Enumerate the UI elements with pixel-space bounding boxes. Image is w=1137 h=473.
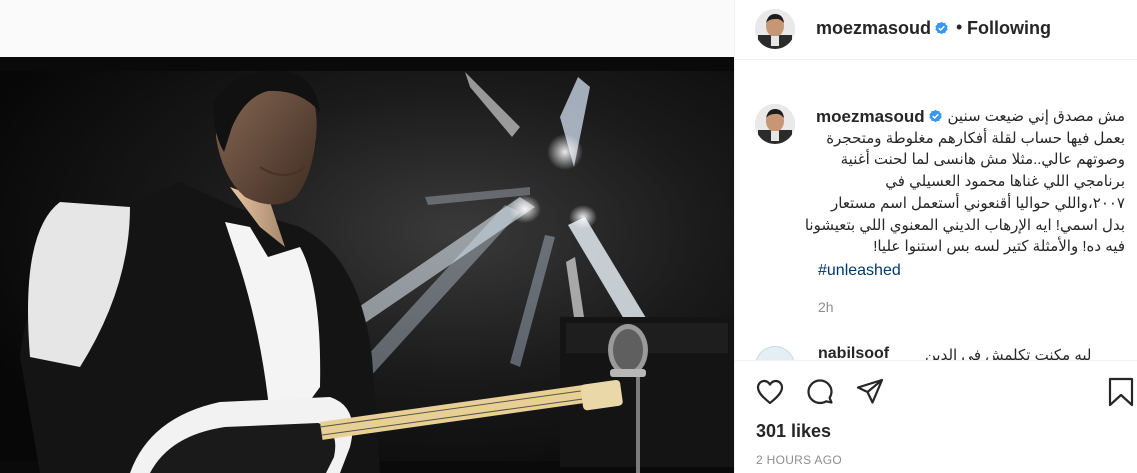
post-caption: مش مصدق إني ضيعت سنين بعمل فيها حساب لقل… <box>801 106 1125 258</box>
caption-line: بدل اسمي! ايه الإرهاب الديني المعنوي الل… <box>804 216 1125 234</box>
caption-avatar[interactable] <box>755 104 795 144</box>
post-timestamp[interactable]: 2 HOURS AGO <box>756 453 842 467</box>
caption-line: وصوتهم عالي..مثلا مش هانسى لما لحنت أغني… <box>840 151 1125 169</box>
post-details-panel: moezmasoud • Following مش مصدق إني ضيعت … <box>734 0 1137 473</box>
heart-icon[interactable] <box>754 376 786 408</box>
verified-badge-icon <box>935 21 948 35</box>
following-button[interactable]: Following <box>967 18 1051 39</box>
verified-badge-icon <box>928 109 942 123</box>
paper-plane-icon[interactable] <box>854 376 886 408</box>
comment-bubble-icon[interactable] <box>804 376 836 408</box>
bookmark-icon[interactable] <box>1105 376 1137 408</box>
media-top-margin <box>0 0 734 57</box>
caption-line: ٢٠٠٧،واللي حواليا أقنعوني أستعمل اسم مست… <box>831 194 1125 212</box>
commenter-username[interactable]: nabilsoof <box>818 345 889 360</box>
caption-username[interactable]: moezmasoud <box>816 107 943 127</box>
header-username-text[interactable]: moezmasoud <box>816 18 931 38</box>
post-actions: 301 likes 2 HOURS AGO <box>735 360 1137 473</box>
header-separator: • <box>956 17 963 37</box>
avatar-image <box>755 104 795 144</box>
caption-time[interactable]: 2h <box>818 299 834 315</box>
header-username[interactable]: moezmasoud <box>816 18 949 39</box>
avatar[interactable] <box>755 9 795 49</box>
photo-scene <box>0 57 734 473</box>
caption-line: بعمل فيها حساب لقلة أفكارهم مغلوطة ومتحج… <box>826 129 1125 147</box>
comment-text: ليه مكنت تكلمش في الدين <box>925 347 1092 360</box>
commenter-avatar[interactable] <box>755 346 795 360</box>
caption-line: فيه ده! والأمثلة كتير لسه بس استنوا عليا… <box>873 238 1125 256</box>
hashtag-link[interactable]: #unleashed <box>818 262 901 280</box>
caption-line: برنامجي اللي غناها محمود العسيلي في <box>885 173 1125 191</box>
comment-preview: nabilsoof ليه مكنت تكلمش في الدين <box>735 340 1137 360</box>
avatar-image <box>755 9 795 49</box>
post-photo[interactable] <box>0 57 734 473</box>
likes-count[interactable]: 301 likes <box>756 421 831 442</box>
caption-username-text[interactable]: moezmasoud <box>816 107 925 126</box>
post-header: moezmasoud • Following <box>735 0 1137 60</box>
